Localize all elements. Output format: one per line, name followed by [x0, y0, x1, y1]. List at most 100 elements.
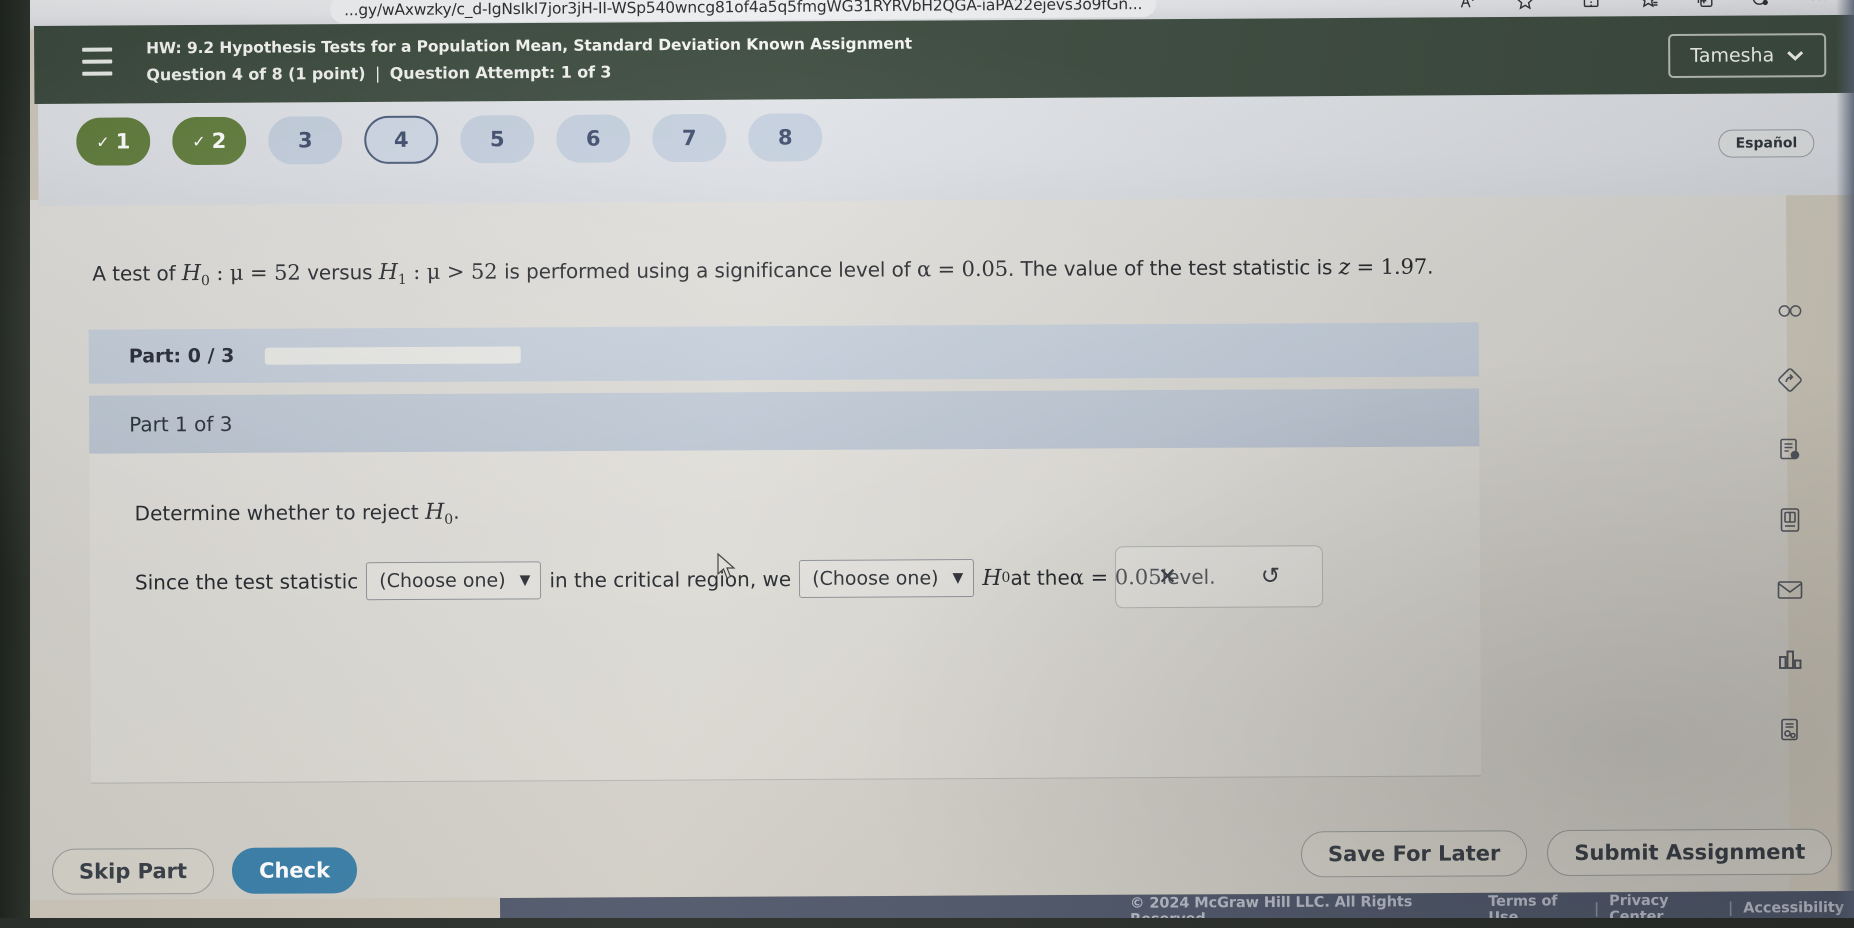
save-for-later-button[interactable]: Save For Later [1300, 830, 1528, 878]
add-tab-icon[interactable] [1692, 0, 1718, 13]
screen-photo: ...gy/wAxwzky/c_d-IgNsIkI7jor3jH-II-WSp5… [0, 0, 1854, 928]
question-tab-label: 4 [393, 127, 409, 152]
part-header-label: Part 1 of 3 [129, 411, 233, 437]
book-icon[interactable] [1770, 500, 1810, 540]
question-middle: is performed using a significance level … [503, 257, 917, 284]
question-after-alpha: . The value of the test statistic is [1007, 255, 1339, 281]
bar-chart-icon[interactable] [1770, 640, 1810, 680]
question-tab-6[interactable]: 6 [556, 114, 631, 163]
app-header: HW: 9.2 Hypothesis Tests for a Populatio… [34, 14, 1854, 104]
sentence-fragment-2: in the critical region, we [549, 566, 792, 593]
screen-bottom-bezel [0, 918, 1854, 928]
question-counter: Question 4 of 8 (1 point) [146, 63, 366, 85]
espanol-label: Español [1735, 135, 1798, 152]
part-body: Determine whether to reject H0. Since th… [89, 446, 1482, 784]
h1-subscript: 1 [397, 272, 407, 289]
collections-icon[interactable] [1636, 0, 1662, 13]
split-screen-icon[interactable] [1578, 0, 1604, 14]
question-tab-7[interactable]: 7 [652, 113, 727, 163]
question-period: . [1427, 254, 1434, 279]
question-statement: A test of H0 : μ = 52 versus H1 : μ > 52… [92, 255, 1433, 290]
reject-decision-select-value: (Choose one) [812, 567, 939, 590]
critical-region-select-value: (Choose one) [379, 569, 506, 593]
answer-tools: ✕ ↺ [1114, 545, 1324, 609]
skip-part-label: Skip Part [78, 859, 188, 884]
diamond-arrow-icon[interactable] [1770, 360, 1810, 400]
footer-right-actions: Save For Later Submit Assignment [1300, 828, 1833, 878]
envelope-icon[interactable] [1770, 570, 1810, 610]
part-progress-bar [264, 345, 521, 365]
chevron-down-icon: ▼ [952, 570, 964, 587]
user-menu-button[interactable]: Tamesha [1668, 33, 1827, 79]
page-right-edge [1836, 0, 1854, 928]
reject-decision-select[interactable]: (Choose one) ▼ [799, 559, 975, 598]
answer-sentence: Since the test statistic (Choose one) ▼ … [135, 558, 1216, 602]
espanol-toggle[interactable]: Español [1718, 129, 1815, 158]
part-header-row: Part 1 of 3 [89, 388, 1480, 454]
chevron-down-icon [1786, 46, 1804, 65]
read-aloud-icon[interactable] [1455, 0, 1481, 15]
h1-condition: : μ > 52 [406, 259, 505, 285]
hamburger-menu-icon[interactable] [82, 47, 113, 76]
question-tab-label: 8 [777, 125, 793, 150]
question-tab-4[interactable]: 4 [364, 115, 439, 165]
question-tab-1[interactable]: ✓ 1 [76, 117, 151, 166]
check-button[interactable]: Check [231, 847, 358, 894]
clear-answer-icon[interactable]: ✕ [1158, 564, 1177, 590]
sentence-fragment-3: at the [1010, 565, 1070, 590]
more-options-icon[interactable] [1806, 0, 1832, 12]
check-label: Check [258, 858, 331, 883]
part-prompt: Determine whether to reject H0. [135, 500, 460, 530]
question-tab-label: 7 [681, 125, 697, 151]
undo-answer-icon[interactable]: ↺ [1261, 563, 1280, 589]
status-separator: | [374, 63, 381, 83]
document-search-icon[interactable] [1770, 430, 1810, 470]
question-tab-8[interactable]: 8 [748, 113, 823, 162]
h0-symbol: H [982, 565, 1002, 591]
z-symbol: z [1338, 255, 1351, 281]
check-icon: ✓ [192, 131, 206, 151]
glasses-icon[interactable] [1770, 290, 1810, 330]
h0-symbol: H [424, 499, 445, 525]
clipboard-icon[interactable] [1770, 710, 1810, 750]
question-tab-3[interactable]: 3 [268, 116, 343, 165]
tool-rail [1760, 290, 1820, 750]
submit-assignment-label: Submit Assignment [1573, 839, 1806, 865]
save-for-later-label: Save For Later [1327, 841, 1500, 867]
versus-label: versus [307, 260, 379, 285]
question-tab-label: 1 [115, 129, 131, 154]
skip-part-button[interactable]: Skip Part [51, 847, 215, 895]
question-tab-label: 2 [211, 128, 227, 153]
chevron-down-icon: ▼ [519, 572, 531, 589]
attempt-counter: Question Attempt: 1 of 3 [389, 62, 612, 83]
h0-condition: : μ = 52 [209, 260, 308, 286]
h1-symbol: H [378, 260, 398, 286]
h0-subscript: 0 [1001, 569, 1011, 586]
sentence-fragment-1: Since the test statistic [134, 569, 359, 595]
part-prompt-prefix: Determine whether to reject [134, 499, 426, 526]
alpha-value: α = 0.05 [916, 256, 1009, 282]
screen-left-bezel [0, 0, 30, 928]
question-tabs: ✓ 1 ✓ 2 3 4 5 6 7 8 [76, 113, 823, 166]
footer-left-actions: Skip Part Check [51, 847, 358, 895]
submit-assignment-button[interactable]: Submit Assignment [1546, 828, 1833, 877]
h0-subscript: 0 [444, 511, 454, 528]
question-tab-label: 3 [297, 128, 313, 153]
favorite-star-icon[interactable] [1512, 0, 1538, 14]
address-bar-url: ...gy/wAxwzky/c_d-IgNsIkI7jor3jH-II-WSp5… [344, 0, 1143, 19]
question-tab-label: 5 [489, 127, 505, 152]
copilot-icon[interactable] [1748, 0, 1774, 12]
user-name-label: Tamesha [1690, 44, 1775, 67]
z-value: = 1.97 [1350, 254, 1428, 280]
question-tab-label: 6 [585, 126, 601, 151]
part-prompt-suffix: . [453, 499, 460, 524]
question-tab-5[interactable]: 5 [460, 114, 535, 164]
question-status: Question 4 of 8 (1 point) | Question Att… [146, 62, 611, 84]
question-tabs-band: ✓ 1 ✓ 2 3 4 5 6 7 8 Español [38, 86, 1854, 206]
critical-region-select[interactable]: (Choose one) ▼ [366, 561, 542, 601]
question-tab-2[interactable]: ✓ 2 [172, 116, 247, 166]
question-content-area: A test of H0 : μ = 52 versus H1 : μ > 52… [26, 190, 1790, 900]
check-icon: ✓ [96, 132, 110, 152]
assignment-title: HW: 9.2 Hypothesis Tests for a Populatio… [146, 34, 913, 58]
question-prefix: A test of [92, 261, 182, 286]
